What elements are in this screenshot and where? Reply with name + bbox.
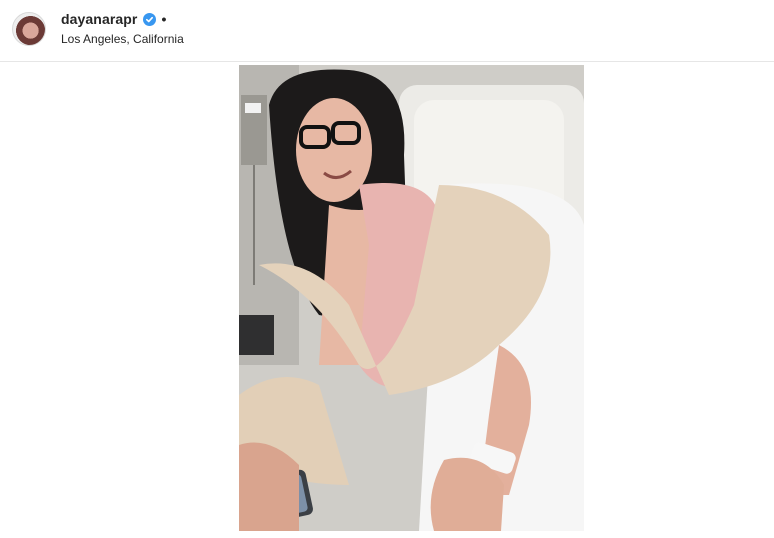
- instagram-post: dayanarapr • Los Angeles, California: [0, 0, 774, 538]
- username-row: dayanarapr •: [61, 10, 166, 28]
- separator-dot: •: [161, 11, 167, 27]
- post-photo[interactable]: [239, 65, 584, 531]
- avatar[interactable]: [12, 12, 46, 46]
- username-link[interactable]: dayanarapr: [61, 11, 137, 27]
- location-link[interactable]: Los Angeles, California: [61, 32, 184, 46]
- verified-badge-icon: [143, 12, 157, 26]
- post-header: dayanarapr • Los Angeles, California: [0, 0, 774, 62]
